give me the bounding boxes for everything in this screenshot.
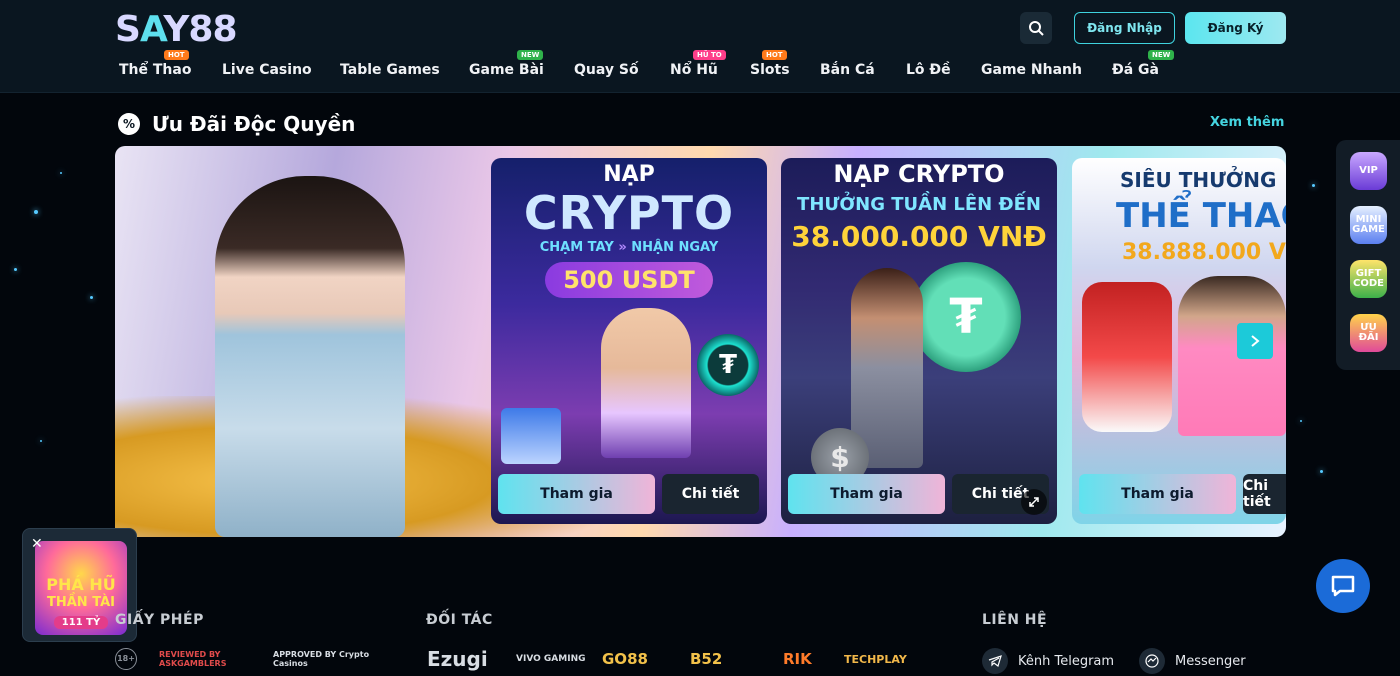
promo-subtitle: CHẠM TAY — [539, 240, 614, 255]
join-button[interactable]: Tham gia — [498, 474, 655, 514]
partners-heading: ĐỐI TÁC — [426, 612, 493, 628]
license-logos: 18+ REVIEWED BY ASKGAMBLERS APPROVED BY … — [115, 647, 373, 671]
join-button[interactable]: Tham gia — [1079, 474, 1236, 514]
see-more-link[interactable]: Xem thêm — [1210, 115, 1284, 130]
vip-icon[interactable]: VIP — [1350, 152, 1387, 190]
askgamblers-logo[interactable]: REVIEWED BY ASKGAMBLERS — [159, 650, 247, 668]
partner-rik-logo[interactable]: RIK — [783, 647, 812, 671]
model-image — [215, 176, 405, 537]
gift-box-icon — [501, 408, 561, 464]
tether-coin-icon: ₮ — [697, 334, 759, 396]
dice-icon[interactable]: MINI GAME — [1350, 206, 1387, 244]
new-badge: NEW — [1148, 50, 1175, 60]
age-18-logo: 18+ — [115, 648, 137, 670]
tether-coin-icon: ₮ — [911, 262, 1021, 372]
nav-item-table-games[interactable]: Table Games — [340, 62, 440, 86]
popup-amount: 111 TỶ — [53, 616, 109, 629]
nav-item-lo-de[interactable]: Lô Đề — [906, 62, 951, 86]
side-float-menu: VIP MINI GAME GIFT CODE ƯU ĐÃI — [1336, 140, 1400, 370]
nav-item-game-bai[interactable]: Game Bài NEW — [469, 50, 544, 86]
site-logo[interactable]: SAY88 — [115, 10, 238, 50]
login-button[interactable]: Đăng Nhập — [1074, 12, 1175, 44]
popup-title: THẦN TÀI — [47, 595, 115, 610]
register-button[interactable]: Đăng Ký — [1185, 12, 1286, 44]
partner-go88-logo[interactable]: GO88 — [602, 647, 648, 671]
nav-item-ban-ca[interactable]: Bắn Cá — [820, 62, 875, 86]
hot-badge: HOT — [762, 50, 787, 60]
model-image — [601, 308, 691, 458]
promo-card-crypto[interactable]: NẠP CRYPTO CHẠM TAY » NHẬN NGAY 500 USDT… — [491, 158, 767, 524]
crypto-casinos-logo[interactable]: APPROVED BY Crypto Casinos — [273, 650, 373, 668]
football-player-image — [1082, 282, 1172, 432]
hot-badge: HOT — [164, 50, 189, 60]
popup-title: PHÁ HŨ — [46, 575, 116, 594]
close-icon[interactable]: ✕ — [31, 537, 45, 551]
telegram-icon — [982, 648, 1008, 674]
partner-ezugi-logo[interactable]: Ezugi — [427, 647, 488, 671]
gift-code-icon[interactable]: GIFT CODE — [1350, 260, 1387, 298]
expand-icon[interactable] — [1021, 489, 1047, 515]
promo-amount: 38.000.000 VNĐ — [791, 220, 1047, 253]
messenger-icon — [1139, 648, 1165, 674]
nav-item-live-casino[interactable]: Live Casino — [222, 62, 312, 86]
contact-heading: LIÊN HỆ — [982, 612, 1048, 628]
promo-title: CRYPTO — [523, 186, 735, 240]
telegram-link[interactable]: Kênh Telegram — [982, 647, 1114, 675]
promo-headline: NẠP — [603, 162, 655, 187]
main-nav: Thể Thao HOT Live Casino Table Games Gam… — [0, 50, 1400, 86]
chat-icon — [1331, 575, 1355, 597]
promo-headline: SIÊU THƯỞNG — [1120, 168, 1277, 192]
nav-item-quay-so[interactable]: Quay Số — [574, 62, 639, 86]
join-button[interactable]: Tham gia — [788, 474, 945, 514]
messenger-link[interactable]: Messenger — [1139, 647, 1246, 675]
partner-techplay-logo[interactable]: TECHPLAY — [844, 647, 907, 671]
search-button[interactable] — [1020, 12, 1052, 44]
trophy-icon[interactable]: ƯU ĐÃI — [1350, 314, 1387, 352]
partner-b52-logo[interactable]: B52 — [690, 647, 722, 671]
section-header: % Ưu Đãi Độc Quyền — [118, 110, 355, 138]
partner-vivo-logo[interactable]: VIVO GAMING — [516, 647, 585, 671]
nav-item-slots[interactable]: Slots HOT — [750, 50, 790, 86]
promo-banner: NẠP CRYPTO CHẠM TAY » NHẬN NGAY 500 USDT… — [115, 146, 1286, 537]
section-title: Ưu Đãi Độc Quyền — [152, 112, 356, 136]
search-icon — [1029, 21, 1044, 36]
promo-headline: NẠP CRYPTO — [833, 160, 1005, 188]
live-chat-button[interactable] — [1316, 559, 1370, 613]
site-header: SAY88 Đăng Nhập Đăng Ký Thể Thao HOT Liv… — [0, 0, 1400, 93]
detail-button[interactable]: Chi tiết — [662, 474, 759, 514]
promo-subtitle: THƯỞNG TUẦN LÊN ĐẾN — [797, 194, 1041, 215]
hu-to-badge: HŨ TO — [693, 50, 726, 60]
new-badge: NEW — [517, 50, 544, 60]
nav-item-game-nhanh[interactable]: Game Nhanh — [981, 62, 1082, 86]
carousel-next-button[interactable] — [1237, 323, 1273, 359]
promo-amount: 38.888.000 VNĐ — [1122, 240, 1286, 265]
nav-item-the-thao[interactable]: Thể Thao HOT — [119, 50, 191, 86]
jackpot-art: PHÁ HŨ THẦN TÀI 111 TỶ — [35, 541, 127, 635]
nav-item-no-hu[interactable]: Nổ Hũ HŨ TO — [670, 50, 726, 86]
promo-amount: 500 USDT — [545, 262, 713, 298]
chevron-right-icon — [1251, 335, 1260, 347]
nav-item-da-ga[interactable]: Đá Gà NEW — [1112, 50, 1175, 86]
promo-subtitle: NHẬN NGAY — [631, 240, 719, 255]
promo-card-crypto-weekly[interactable]: NẠP CRYPTO THƯỞNG TUẦN LÊN ĐẾN 38.000.00… — [781, 158, 1057, 524]
discount-icon: % — [118, 113, 140, 135]
promo-title: THỂ THAO — [1116, 196, 1286, 236]
detail-button[interactable]: Chi tiết — [1243, 474, 1286, 514]
hero-image — [115, 146, 625, 537]
license-heading: GIẤY PHÉP — [115, 612, 204, 628]
